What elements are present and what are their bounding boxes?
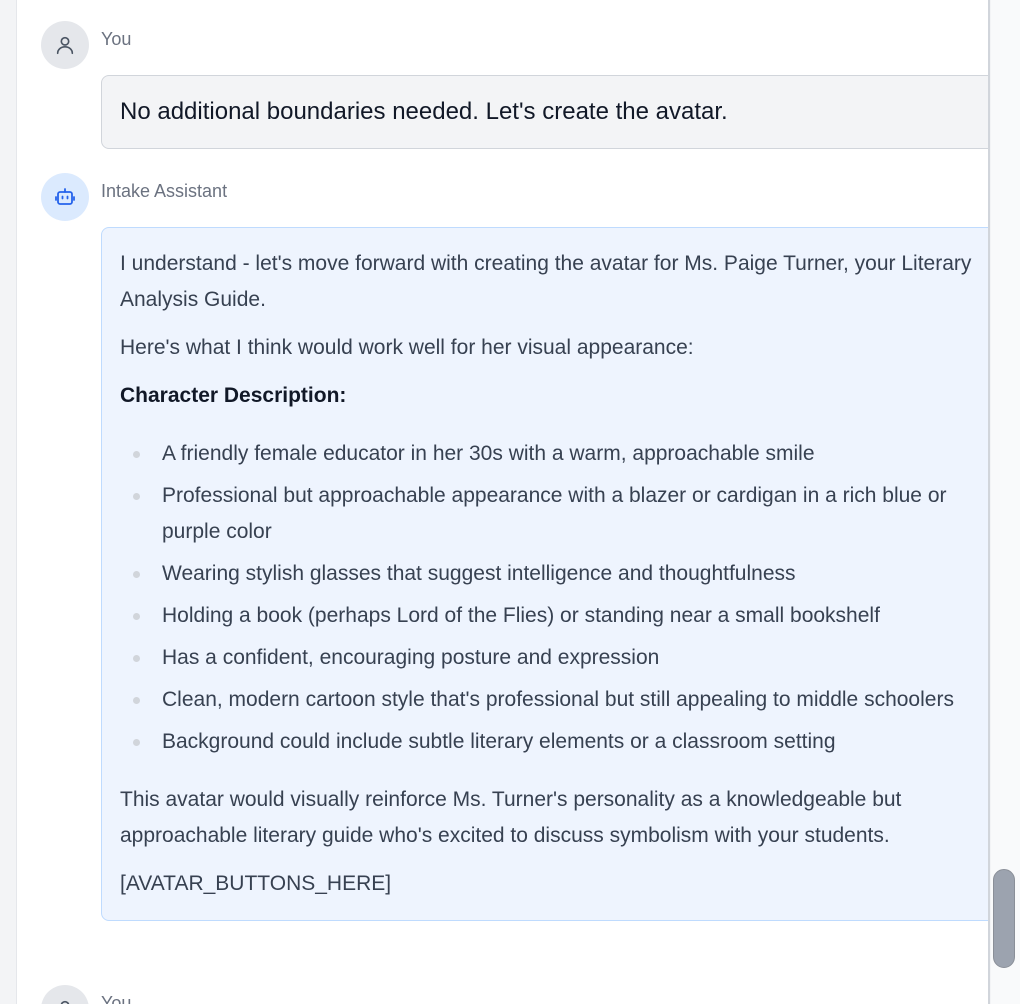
scrollbar-track[interactable] [991,0,1020,1004]
avatar-buttons-placeholder: [AVATAR_BUTTONS_HERE] [120,872,392,895]
sender-name: You [101,993,132,1004]
list-item: A friendly female educator in her 30s wi… [120,436,977,472]
message-intro: I understand - let's move forward with c… [120,252,972,311]
bullet-list: A friendly female educator in her 30s wi… [120,436,977,760]
robot-icon [55,188,75,205]
bullet-dot [133,697,140,704]
list-item: Background could include subtle literary… [120,724,977,760]
bullet-dot [133,739,140,746]
assistant-message-bubble: I understand - let's move forward with c… [101,227,988,921]
list-item: Clean, modern cartoon style that's profe… [120,682,977,718]
section-heading: Character Description: [120,384,347,407]
user-message-bubble: No additional boundaries needed. Let's c… [101,75,988,149]
sender-name: Intake Assistant [101,181,228,201]
chat-panel: You No additional boundaries needed. Let… [16,0,990,1004]
bullet-dot [133,613,140,620]
list-item: Professional but approachable appearance… [120,478,977,550]
list-item: Has a confident, encouraging posture and… [120,640,977,676]
assistant-avatar [41,173,89,221]
message-closing: This avatar would visually reinforce Ms.… [120,788,902,847]
bullet-dot [133,493,140,500]
list-item: Holding a book (perhaps Lord of the Flie… [120,598,977,634]
bullet-dot [133,451,140,458]
bullet-dot [133,655,140,662]
user-avatar [41,985,89,1004]
user-icon [60,1000,70,1004]
user-icon [56,36,74,55]
message-lead: Here's what I think would work well for … [120,336,694,359]
list-item: Wearing stylish glasses that suggest int… [120,556,977,592]
bullet-dot [133,571,140,578]
sender-name: You [101,29,132,49]
scrollbar-thumb[interactable] [993,869,1015,968]
user-avatar [41,21,89,69]
message-text: No additional boundaries needed. Let's c… [120,98,728,125]
